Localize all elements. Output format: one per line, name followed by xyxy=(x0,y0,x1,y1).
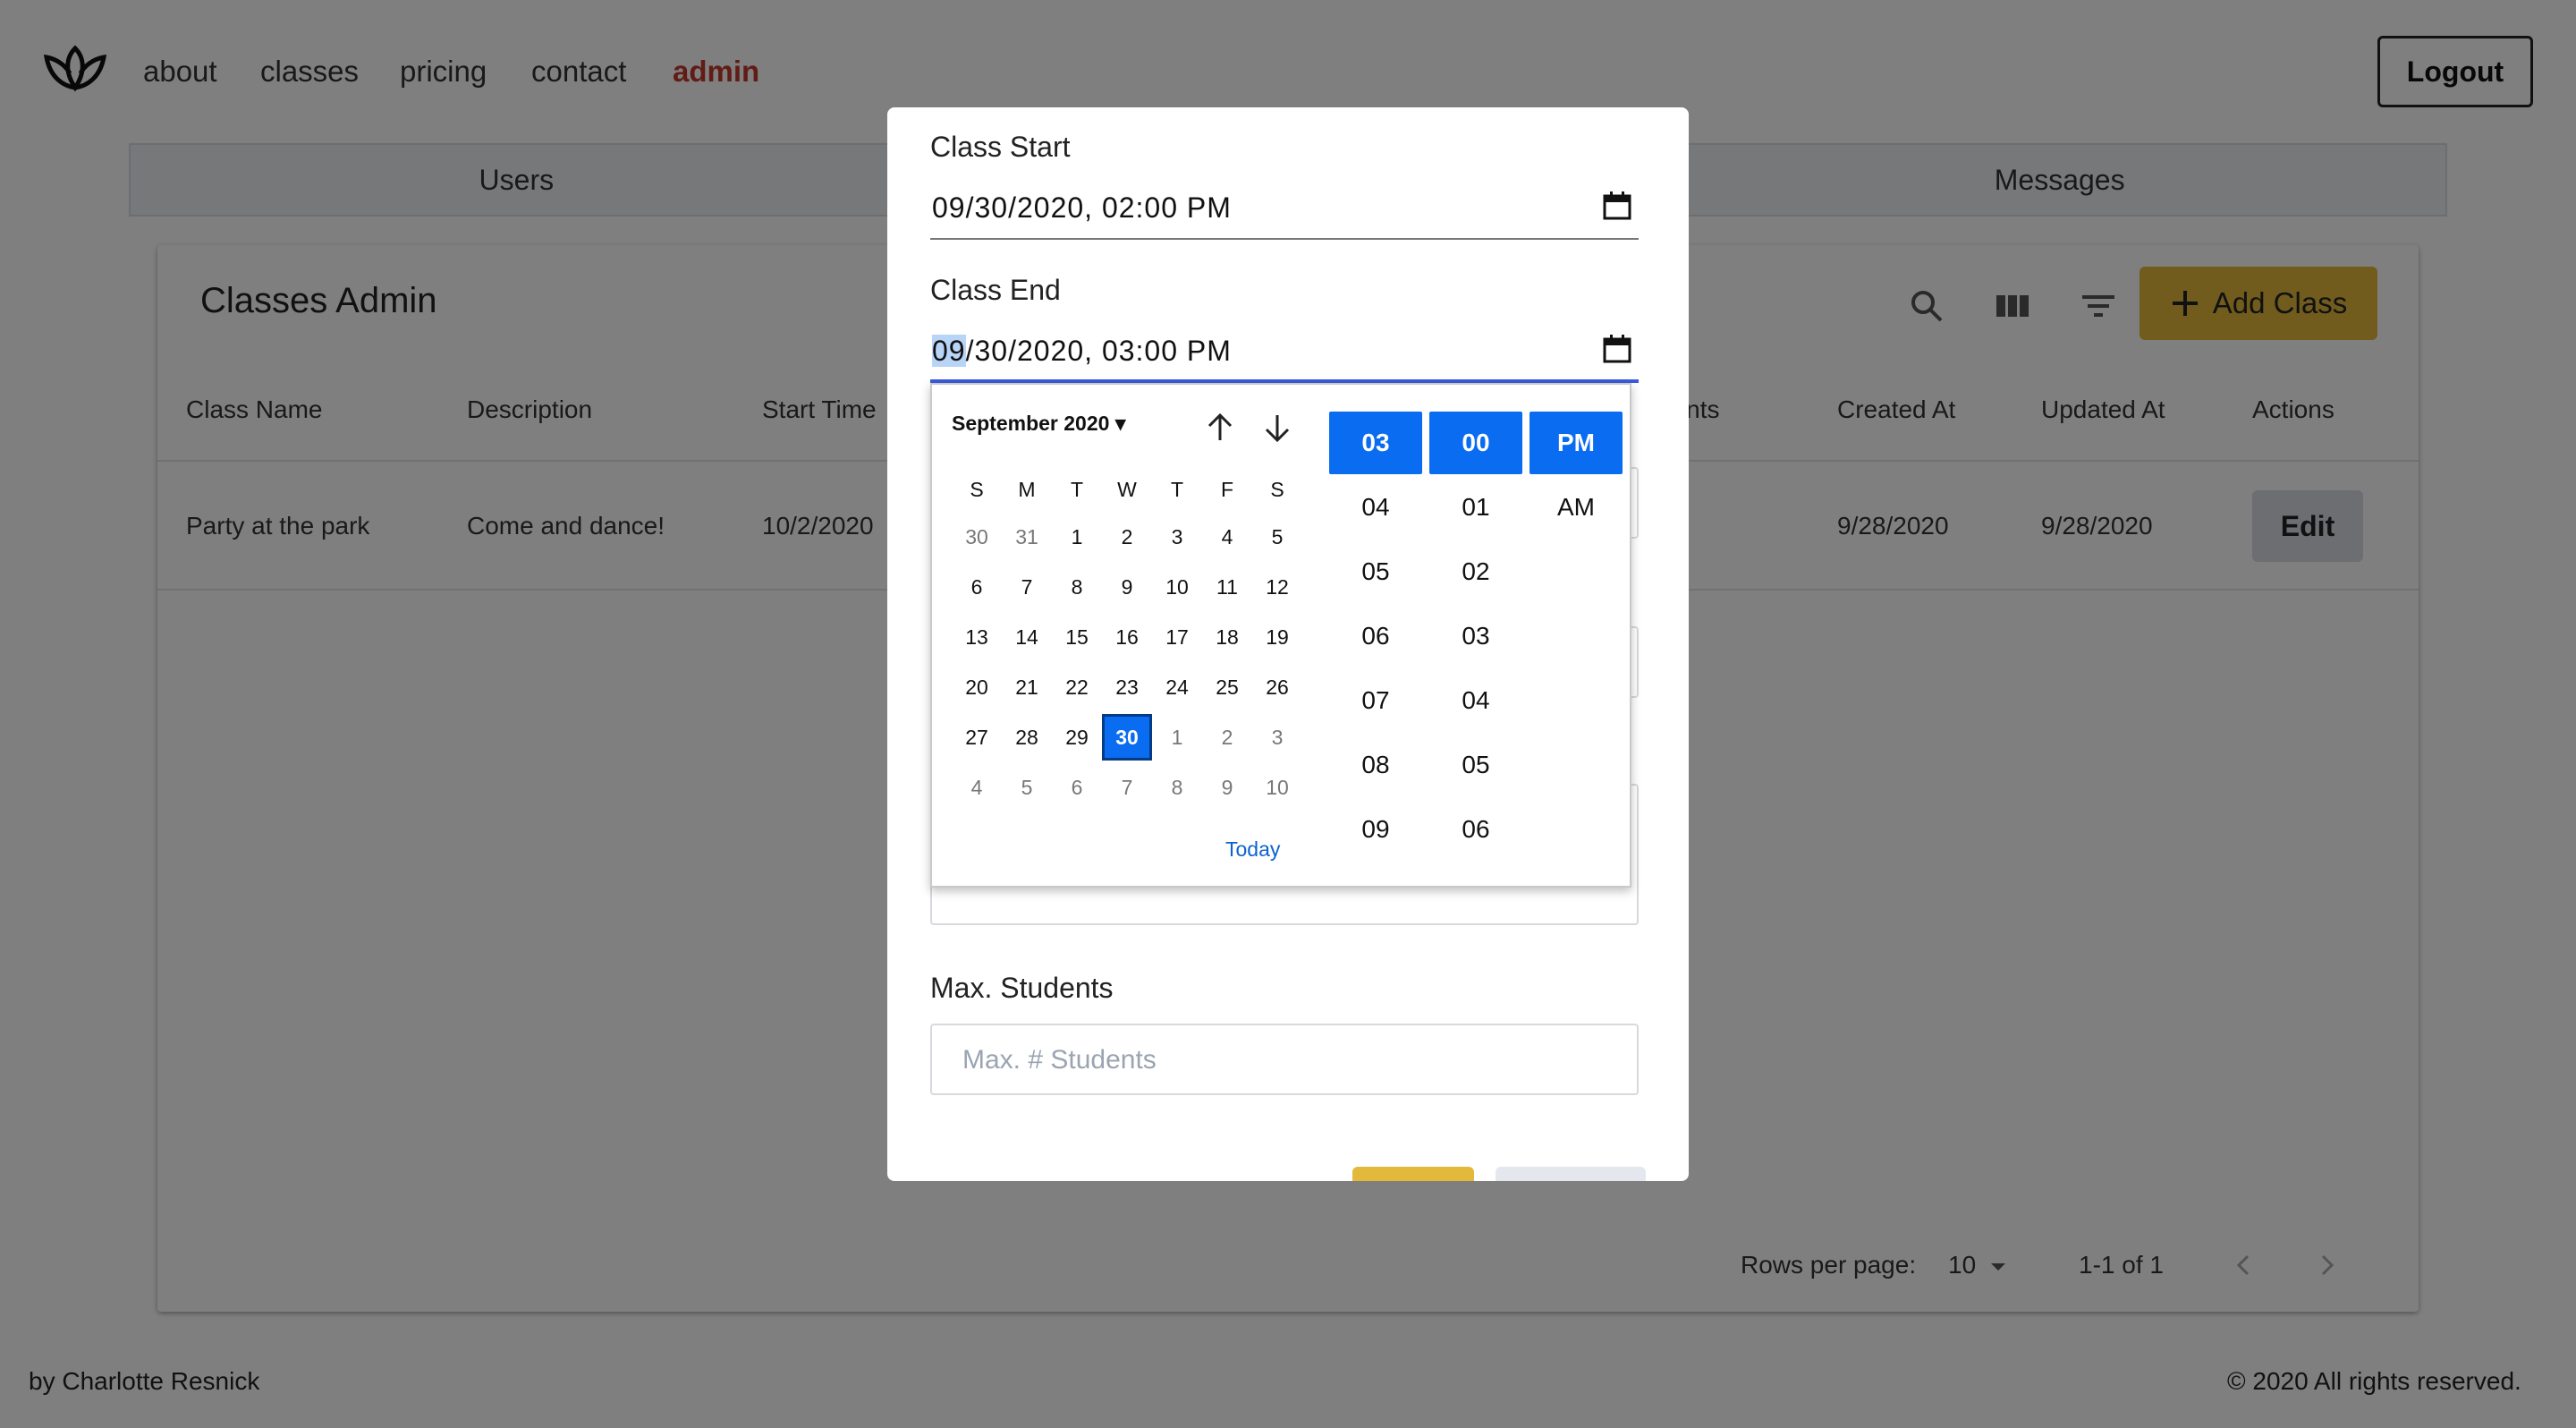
calendar-day[interactable]: 8 xyxy=(1152,764,1202,811)
max-students-label: Max. Students xyxy=(930,972,1114,1004)
hour-option[interactable]: 08 xyxy=(1329,734,1422,796)
save-button[interactable] xyxy=(1352,1167,1474,1181)
calendar-day[interactable]: 20 xyxy=(952,664,1002,710)
class-end-label: Class End xyxy=(930,274,1061,306)
calendar-day[interactable]: 17 xyxy=(1152,614,1202,660)
hour-option[interactable]: 05 xyxy=(1329,540,1422,603)
calendar-day[interactable]: 15 xyxy=(1052,614,1102,660)
calendar-day[interactable]: 23 xyxy=(1102,664,1152,710)
calendar-day[interactable]: 28 xyxy=(1002,714,1052,761)
calendar-day[interactable]: 14 xyxy=(1002,614,1052,660)
ampm-option[interactable]: PM xyxy=(1530,412,1623,474)
calendar-day[interactable]: 2 xyxy=(1202,714,1252,761)
calendar-day[interactable]: 3 xyxy=(1252,714,1302,761)
calendar-day[interactable]: 19 xyxy=(1252,614,1302,660)
weekday-label: F xyxy=(1220,478,1234,501)
max-students-placeholder: Max. # Students xyxy=(962,1045,1157,1075)
calendar-day[interactable]: 9 xyxy=(1102,564,1152,610)
month-year-label: September 2020 xyxy=(952,412,1110,435)
calendar-day[interactable]: 6 xyxy=(952,564,1002,610)
ampm-option[interactable]: AM xyxy=(1530,476,1623,539)
calendar-day[interactable]: 8 xyxy=(1052,564,1102,610)
weekday-label: S xyxy=(970,478,984,501)
hour-option[interactable]: 09 xyxy=(1329,798,1422,861)
calendar-day[interactable]: 5 xyxy=(1252,514,1302,560)
weekday-label: W xyxy=(1117,478,1137,501)
calendar-day[interactable]: 13 xyxy=(952,614,1002,660)
calendar-day[interactable]: 12 xyxy=(1252,564,1302,610)
calendar-day[interactable]: 1 xyxy=(1152,714,1202,761)
datetime-picker: September 2020 ▾ SMTWTFS 30 31 1 2 3 4 5 6 7 8 9 10… xyxy=(930,383,1631,888)
calendar-day[interactable]: 24 xyxy=(1152,664,1202,710)
calendar-day[interactable]: 21 xyxy=(1002,664,1052,710)
weekday-label: M xyxy=(1018,478,1036,501)
calendar-day[interactable]: 9 xyxy=(1202,764,1252,811)
arrow-down-icon[interactable] xyxy=(1261,412,1293,444)
class-start-input[interactable]: 09/30/2020, 02:00 PM xyxy=(930,181,1639,240)
calendar-day[interactable]: 7 xyxy=(1102,764,1152,811)
calendar-day[interactable]: 10 xyxy=(1252,764,1302,811)
weekday-label: T xyxy=(1170,478,1184,501)
calendar-day[interactable]: 18 xyxy=(1202,614,1252,660)
minute-option[interactable]: 06 xyxy=(1429,798,1522,861)
class-start-value: 09/30/2020, 02:00 PM xyxy=(932,191,1232,224)
minute-option[interactable]: 03 xyxy=(1429,605,1522,667)
weekday-label: S xyxy=(1270,478,1284,501)
cancel-button[interactable] xyxy=(1496,1167,1646,1181)
class-end-month-segment[interactable]: 09 xyxy=(932,335,966,367)
calendar-day[interactable]: 22 xyxy=(1052,664,1102,710)
calendar-day[interactable]: 6 xyxy=(1052,764,1102,811)
hour-option[interactable]: 07 xyxy=(1329,669,1422,732)
calendar-icon[interactable] xyxy=(1601,190,1633,222)
calendar-day[interactable]: 27 xyxy=(952,714,1002,761)
calendar-day[interactable]: 30 xyxy=(952,514,1002,560)
calendar-day[interactable]: 10 xyxy=(1152,564,1202,610)
weekday-label: T xyxy=(1070,478,1084,501)
calendar-day[interactable]: 4 xyxy=(952,764,1002,811)
hour-option[interactable]: 04 xyxy=(1329,476,1422,539)
calendar-day[interactable]: 1 xyxy=(1052,514,1102,560)
calendar-day[interactable]: 26 xyxy=(1252,664,1302,710)
minute-option[interactable]: 02 xyxy=(1429,540,1522,603)
calendar-day[interactable]: 11 xyxy=(1202,564,1252,610)
calendar-day[interactable]: 16 xyxy=(1102,614,1152,660)
class-end-input[interactable]: 09/30/2020, 03:00 PM xyxy=(930,324,1639,383)
class-end-value: 09/30/2020, 03:00 PM xyxy=(932,335,1232,368)
calendar-day[interactable]: 5 xyxy=(1002,764,1052,811)
month-year-select[interactable]: September 2020 ▾ xyxy=(952,412,1125,436)
class-start-label: Class Start xyxy=(930,131,1071,163)
minute-option[interactable]: 00 xyxy=(1429,412,1522,474)
calendar-day[interactable]: 25 xyxy=(1202,664,1252,710)
minute-option[interactable]: 01 xyxy=(1429,476,1522,539)
calendar-day[interactable]: 4 xyxy=(1202,514,1252,560)
calendar-day[interactable]: 29 xyxy=(1052,714,1102,761)
hour-option[interactable]: 06 xyxy=(1329,605,1422,667)
minute-option[interactable]: 04 xyxy=(1429,669,1522,732)
calendar-day[interactable]: 2 xyxy=(1102,514,1152,560)
arrow-up-icon[interactable] xyxy=(1204,412,1236,444)
max-students-input[interactable]: Max. # Students xyxy=(930,1024,1639,1095)
minute-option[interactable]: 05 xyxy=(1429,734,1522,796)
class-end-rest: /30/2020, 03:00 PM xyxy=(965,335,1232,367)
calendar-day[interactable]: 7 xyxy=(1002,564,1052,610)
calendar-day[interactable]: 30 xyxy=(1102,714,1152,761)
calendar-day[interactable]: 31 xyxy=(1002,514,1052,560)
hour-option[interactable]: 03 xyxy=(1329,412,1422,474)
calendar-icon[interactable] xyxy=(1601,333,1633,365)
calendar-day[interactable]: 3 xyxy=(1152,514,1202,560)
today-button[interactable]: Today xyxy=(1225,837,1280,862)
